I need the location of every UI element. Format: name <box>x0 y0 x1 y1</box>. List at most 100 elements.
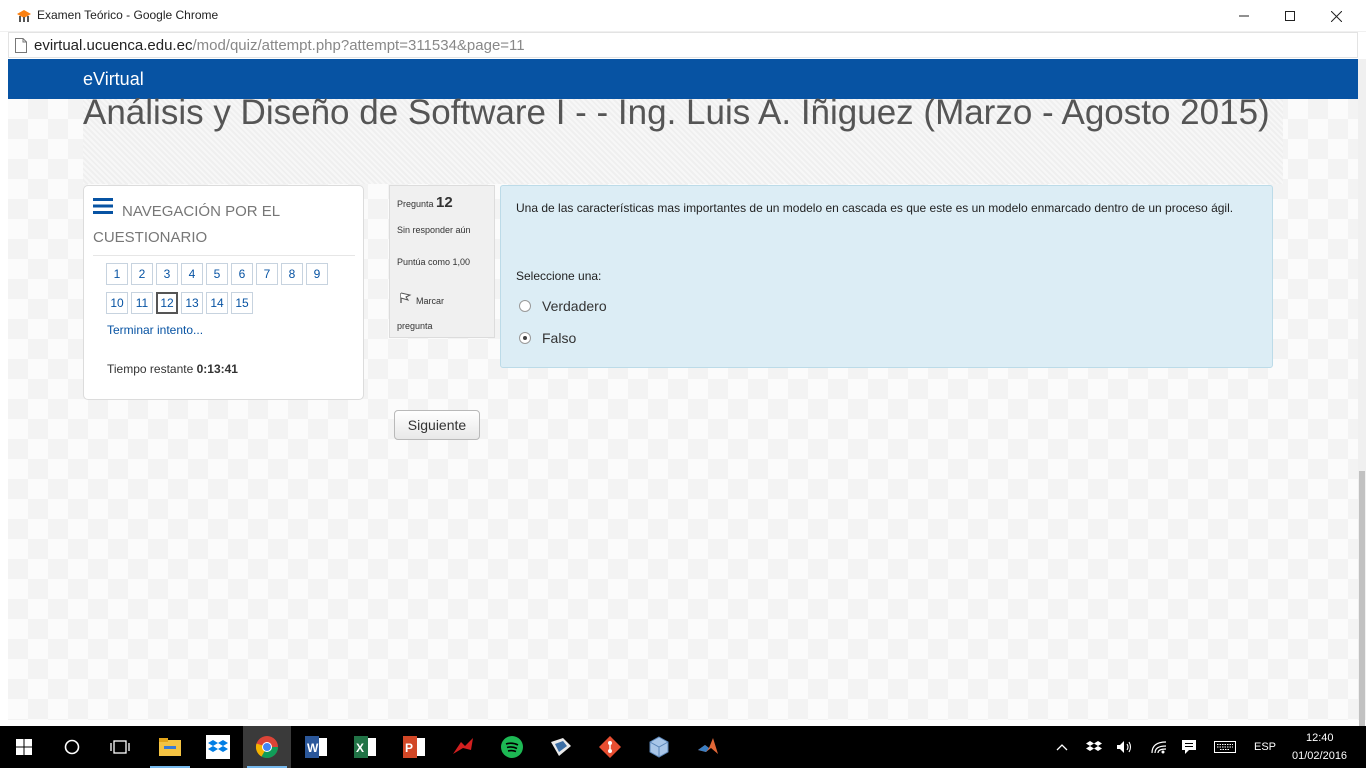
windows-taskbar: W X P ESP 12:40 01/02/2016 <box>0 726 1366 768</box>
finish-attempt-link[interactable]: Terminar intento... <box>107 323 203 337</box>
question-grade: Puntúa como 1,00 <box>397 257 471 267</box>
answer-prompt: Seleccione una: <box>516 269 602 283</box>
question-state: Sin responder aún <box>397 225 471 235</box>
question-number: Pregunta 12 <box>397 194 453 211</box>
touch-keyboard-button[interactable] <box>1213 737 1237 757</box>
answer-option-falso[interactable]: Falso <box>519 330 576 346</box>
divider <box>93 255 355 256</box>
maximize-icon <box>1285 11 1295 21</box>
clock-time[interactable]: 12:40 <box>1306 732 1334 744</box>
quiz-nav-button-12[interactable]: 12 <box>156 292 178 314</box>
start-button[interactable] <box>0 726 48 768</box>
quiz-nav-button-2[interactable]: 2 <box>131 263 153 285</box>
quiz-nav-button-9[interactable]: 9 <box>306 263 328 285</box>
chevron-up-icon <box>1056 744 1068 751</box>
taskbar-git[interactable] <box>586 726 634 768</box>
time-remaining-value: 0:13:41 <box>196 362 238 376</box>
tray-dropbox[interactable] <box>1084 737 1104 757</box>
radio-button[interactable] <box>519 300 531 312</box>
question-info: Pregunta 12 Sin responder aún Puntúa com… <box>389 185 495 338</box>
quiz-navigation-block: NAVEGACIÓN POR EL CUESTIONARIO 123456789… <box>83 185 364 400</box>
url-text[interactable]: evirtual.ucuenca.edu.ec/mod/quiz/attempt… <box>34 37 525 54</box>
course-header: Análisis y Diseño de Software I - - Ing.… <box>83 93 1283 184</box>
course-title: Análisis y Diseño de Software I - - Ing.… <box>83 93 1270 132</box>
page-scrollbar[interactable] <box>1358 59 1366 737</box>
show-hidden-icons-button[interactable] <box>1052 737 1072 757</box>
question-text: Una de las características mas important… <box>516 201 1234 215</box>
quiz-navigation-title: NAVEGACIÓN POR EL CUESTIONARIO <box>93 203 280 246</box>
answer-option-label[interactable]: Verdadero <box>542 298 607 314</box>
task-view-button[interactable] <box>96 726 144 768</box>
notification-icon <box>1182 740 1196 754</box>
wifi-icon <box>1151 741 1167 754</box>
excel-icon: X <box>354 736 376 758</box>
quiz-nav-button-13[interactable]: 13 <box>181 292 203 314</box>
task-view-icon <box>110 740 130 754</box>
quiz-nav-button-4[interactable]: 4 <box>181 263 203 285</box>
clock-date[interactable]: 01/02/2016 <box>1292 750 1347 762</box>
input-language[interactable]: ESP <box>1254 741 1276 753</box>
minimize-icon <box>1239 15 1249 17</box>
close-icon <box>1330 10 1342 22</box>
taskbar-dropbox[interactable] <box>194 726 242 768</box>
question-content: Una de las características mas important… <box>500 185 1273 368</box>
matlab-icon <box>698 738 718 754</box>
start-icon <box>16 739 32 755</box>
time-remaining: Tiempo restante 0:13:41 <box>107 362 238 376</box>
radio-button[interactable] <box>519 332 531 344</box>
dropbox-icon <box>206 735 230 759</box>
network-button[interactable] <box>1149 737 1169 757</box>
taskbar-word[interactable]: W <box>292 726 340 768</box>
taskbar-excel[interactable]: X <box>341 726 389 768</box>
quiz-nav-button-10[interactable]: 10 <box>106 292 128 314</box>
quiz-nav-button-5[interactable]: 5 <box>206 263 228 285</box>
cortana-icon <box>64 739 80 755</box>
git-icon <box>599 736 621 758</box>
address-bar[interactable]: evirtual.ucuenca.edu.ec/mod/quiz/attempt… <box>8 32 1358 58</box>
taskbar-powerpoint[interactable]: P <box>390 726 438 768</box>
quiz-nav-button-8[interactable]: 8 <box>281 263 303 285</box>
quiz-nav-button-7[interactable]: 7 <box>256 263 278 285</box>
quiz-nav-button-14[interactable]: 14 <box>206 292 228 314</box>
window-title: Examen Teórico - Google Chrome <box>37 8 219 22</box>
volume-button[interactable] <box>1115 737 1135 757</box>
page-icon <box>15 38 27 53</box>
taskbar-virtualbox[interactable] <box>635 726 683 768</box>
spotify-icon <box>501 736 523 758</box>
minimize-button[interactable] <box>1221 0 1267 32</box>
svg-text:P: P <box>405 741 413 755</box>
app-flag-icon <box>551 738 571 756</box>
keyboard-icon <box>1214 741 1236 753</box>
site-brand-link[interactable]: eVirtual <box>83 69 144 90</box>
answer-option-label[interactable]: Falso <box>542 330 576 346</box>
dropbox-tray-icon <box>1086 741 1102 751</box>
moodle-icon <box>17 10 31 22</box>
file-explorer-icon <box>159 738 181 756</box>
quiz-nav-button-6[interactable]: 6 <box>231 263 253 285</box>
powerpoint-icon: P <box>403 736 425 758</box>
quiz-nav-button-3[interactable]: 3 <box>156 263 178 285</box>
scrollbar-thumb[interactable] <box>1359 471 1365 737</box>
cortana-button[interactable] <box>48 726 96 768</box>
flag-question-link[interactable]: Marcar pregunta <box>397 289 457 339</box>
quiz-nav-button-11[interactable]: 11 <box>131 292 153 314</box>
maximize-button[interactable] <box>1267 0 1313 32</box>
quiz-nav-button-1[interactable]: 1 <box>106 263 128 285</box>
next-button[interactable]: Siguiente <box>394 410 480 440</box>
quiz-nav-button-15[interactable]: 15 <box>231 292 253 314</box>
action-center-button[interactable] <box>1179 737 1199 757</box>
page-viewport: eVirtual Análisis y Diseño de Software I… <box>8 59 1358 720</box>
taskbar-chrome[interactable] <box>243 726 291 768</box>
taskbar-file-explorer[interactable] <box>146 726 194 768</box>
close-button[interactable] <box>1313 0 1359 32</box>
window-titlebar: Examen Teórico - Google Chrome <box>0 0 1366 32</box>
virtualbox-icon <box>649 736 669 758</box>
taskbar-matlab[interactable] <box>684 726 732 768</box>
word-icon: W <box>305 736 327 758</box>
svg-text:W: W <box>307 741 319 755</box>
taskbar-app-red[interactable] <box>439 726 487 768</box>
answer-option-verdadero[interactable]: Verdadero <box>519 298 607 314</box>
app-red-icon <box>453 738 473 754</box>
taskbar-app-flag[interactable] <box>537 726 585 768</box>
taskbar-spotify[interactable] <box>488 726 536 768</box>
